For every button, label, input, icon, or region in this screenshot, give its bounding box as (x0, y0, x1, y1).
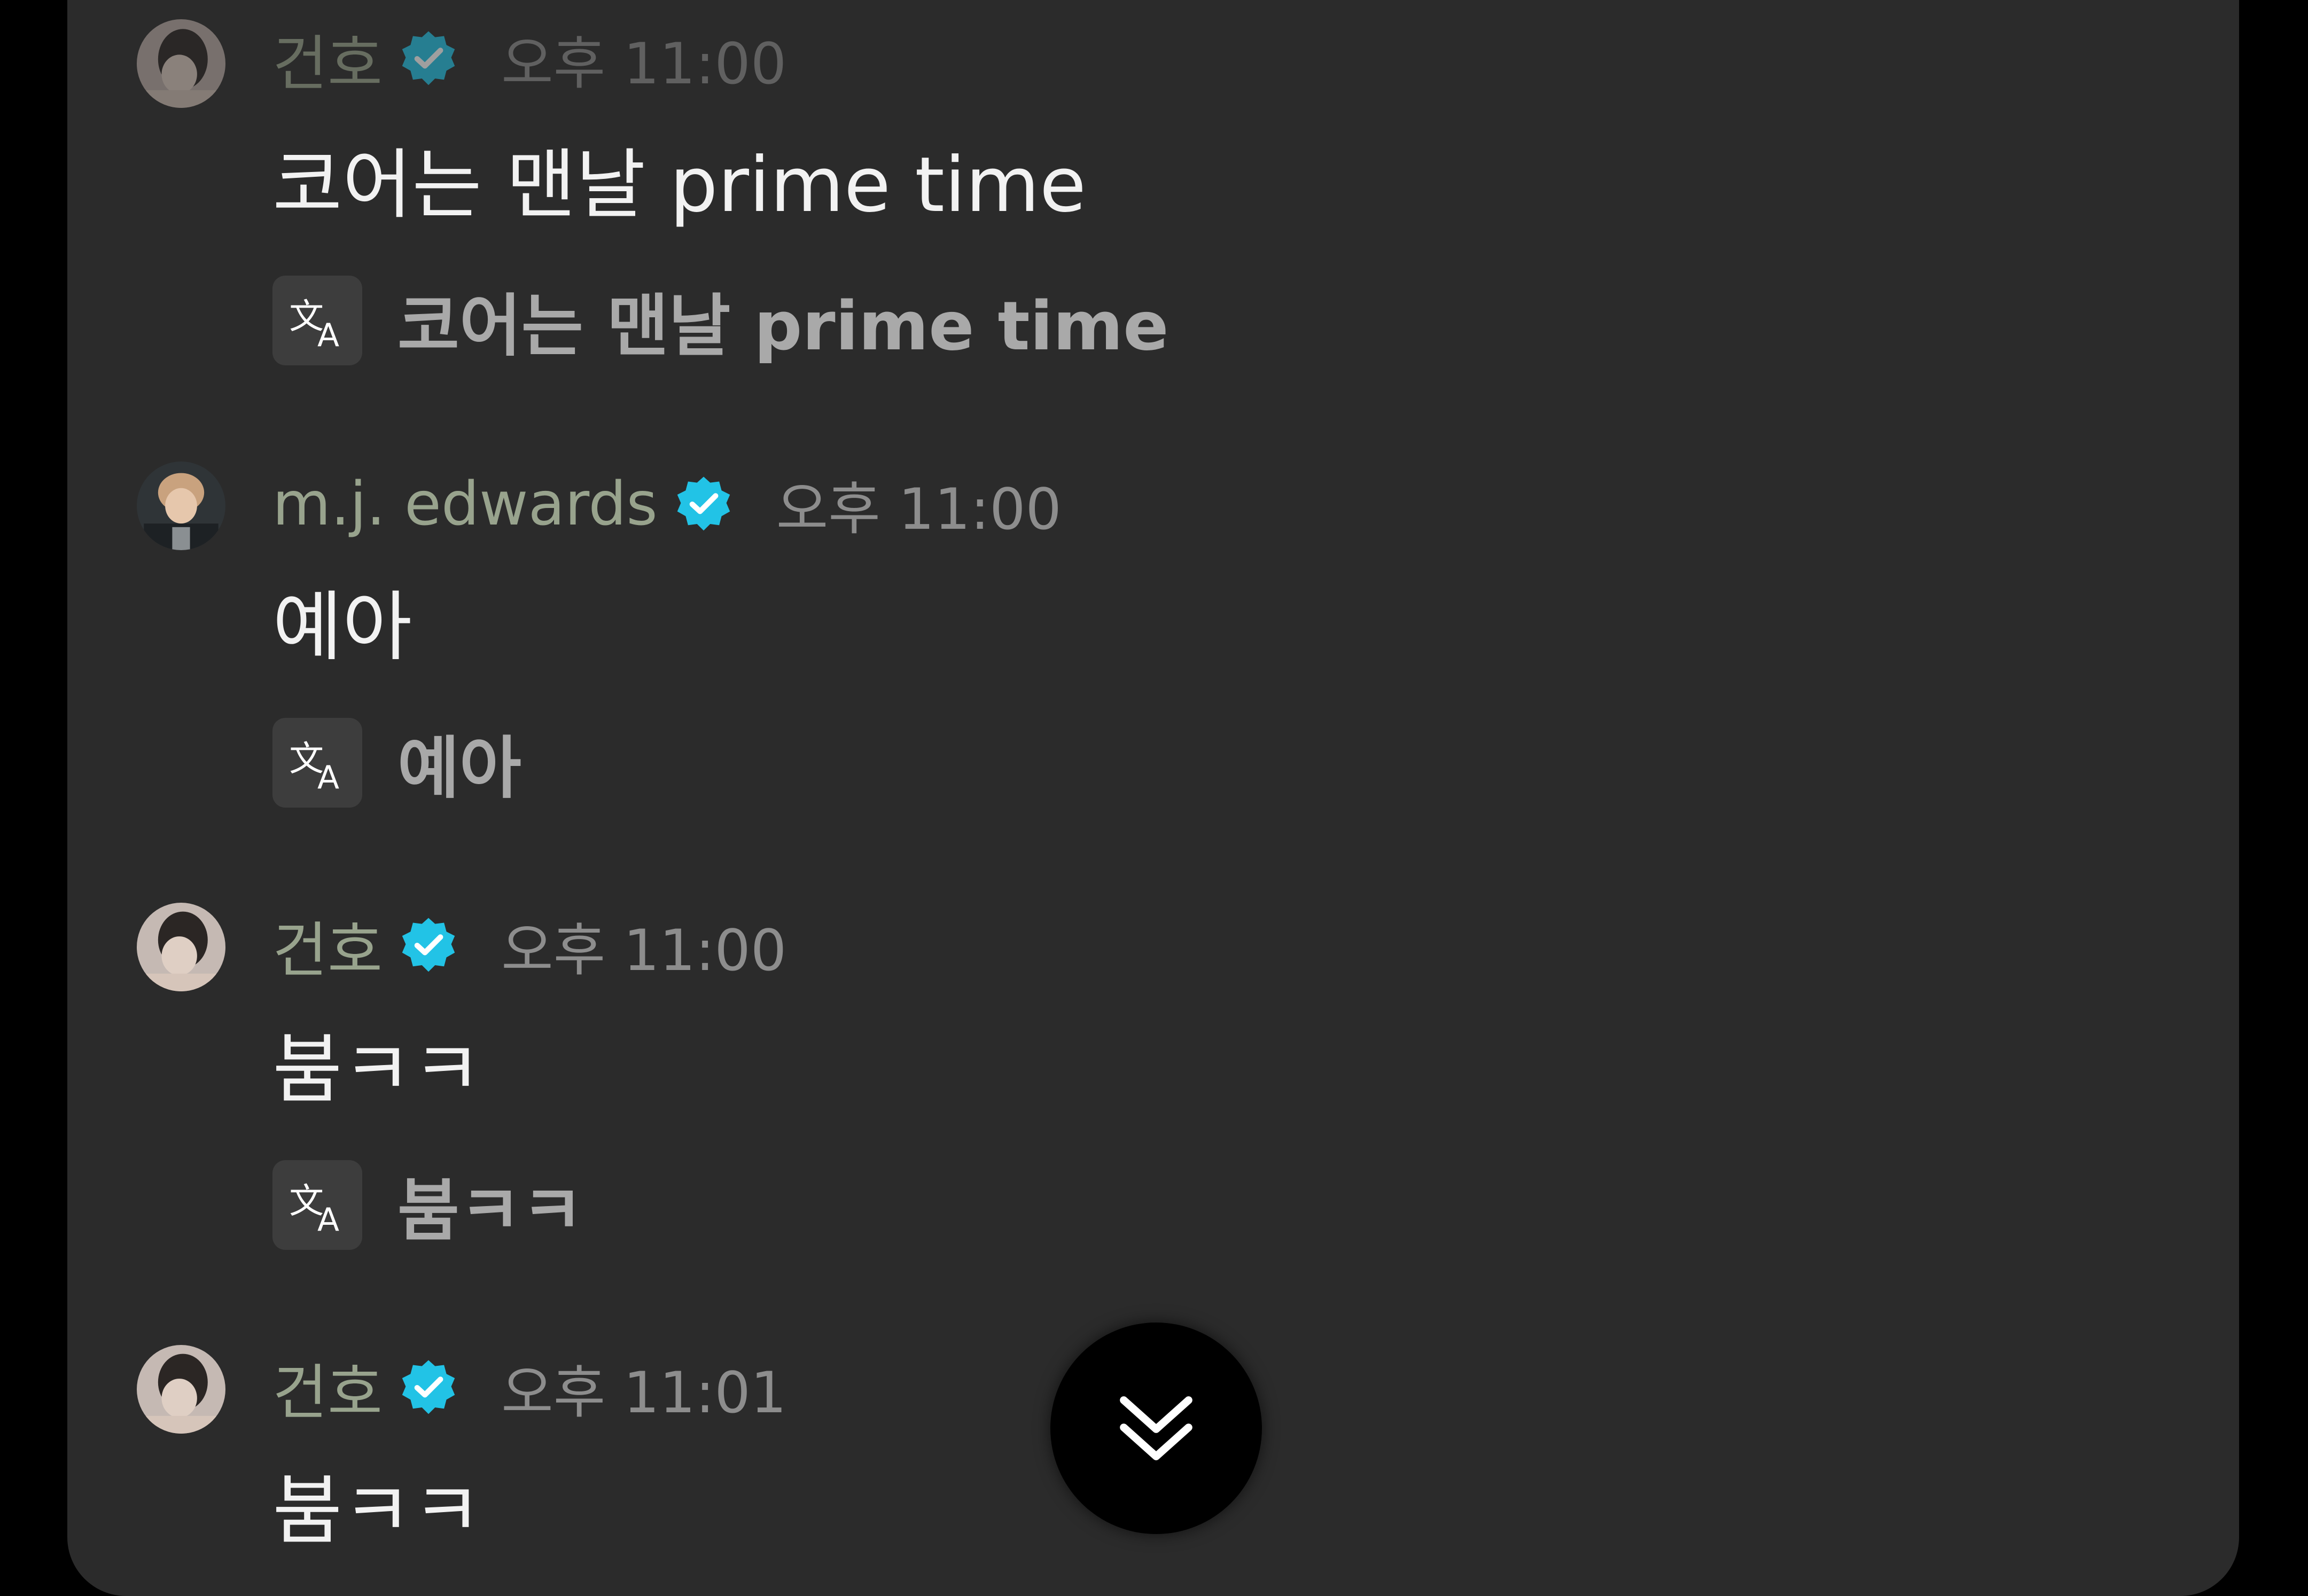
verified-badge-icon (399, 1358, 458, 1418)
translate-icon[interactable]: 文 A (272, 1160, 362, 1250)
translation-row: 文 A 코어는 맨날 prime time (272, 276, 1169, 365)
message-text: 예아 (272, 583, 412, 671)
double-chevron-down-icon (1120, 1396, 1192, 1460)
message-timestamp: 오후 11:01 (501, 1360, 787, 1426)
verified-badge-icon (674, 474, 734, 534)
author-name[interactable]: 건호 (272, 1344, 383, 1431)
author-name[interactable]: 건호 (272, 15, 383, 102)
avatar[interactable] (137, 1345, 225, 1434)
message-header: m.j. edwards 오후 11:00 (272, 461, 1062, 547)
avatar[interactable] (137, 19, 225, 108)
verified-badge-icon (399, 29, 458, 89)
svg-text:A: A (317, 759, 339, 795)
translation-text: 예아 (397, 729, 521, 808)
message-text: 코어는 맨날 prime time (272, 141, 1087, 229)
author-name[interactable]: m.j. edwards (272, 470, 658, 539)
message-timestamp: 오후 11:00 (776, 476, 1062, 542)
svg-text:A: A (317, 1201, 339, 1237)
author-name[interactable]: 건호 (272, 902, 383, 989)
verified-badge-icon (399, 916, 458, 975)
message-header: 건호 오후 11:01 (272, 1345, 786, 1430)
avatar-photo (137, 19, 225, 108)
translation-text: 붐ㅋㅋ (397, 1171, 583, 1250)
scroll-to-bottom-button[interactable] (1050, 1323, 1262, 1534)
translation-row: 文 A 예아 (272, 718, 521, 808)
avatar-photo (137, 1345, 225, 1434)
svg-text:A: A (317, 317, 339, 353)
translate-icon[interactable]: 文 A (272, 276, 362, 365)
avatar-photo (137, 461, 225, 550)
message-text: 붐ㅋㅋ (272, 1467, 482, 1555)
translation-row: 文 A 붐ㅋㅋ (272, 1160, 583, 1250)
translate-icon[interactable]: 文 A (272, 718, 362, 808)
translation-text: 코어는 맨날 prime time (397, 287, 1169, 365)
avatar-photo (137, 903, 225, 991)
message-timestamp: 오후 11:00 (501, 918, 787, 983)
message-header: 건호 오후 11:00 (272, 16, 786, 101)
avatar[interactable] (137, 903, 225, 991)
message-header: 건호 오후 11:00 (272, 903, 786, 988)
avatar[interactable] (137, 461, 225, 550)
message-text: 붐ㅋㅋ (272, 1026, 482, 1114)
chat-panel: 건호 오후 11:00 코어는 맨날 prime time 文 A 코어는 맨날… (67, 0, 2239, 1596)
message-timestamp: 오후 11:00 (501, 31, 787, 97)
